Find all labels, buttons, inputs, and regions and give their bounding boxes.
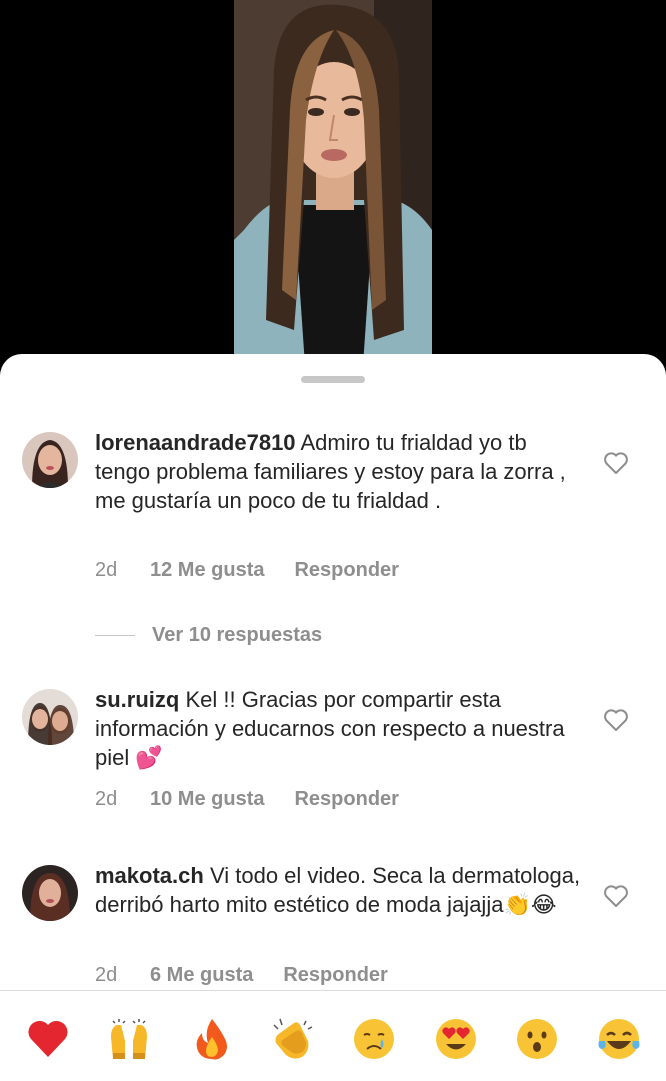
comment-body: lorenaandrade7810 Admiro tu frialdad yo … — [95, 428, 585, 515]
reply-button[interactable]: Responder — [294, 559, 398, 582]
comment-meta: 2d 6 Me gusta Responder — [95, 964, 388, 987]
comment-body: makota.ch Vi todo el video. Seca la derm… — [95, 861, 585, 919]
replies-divider — [95, 635, 135, 636]
comment-meta: 2d 10 Me gusta Responder — [95, 788, 399, 811]
fire-icon[interactable] — [190, 1017, 234, 1061]
avatar[interactable] — [22, 432, 78, 488]
crying-face-icon[interactable] — [352, 1017, 396, 1061]
avatar[interactable] — [22, 689, 78, 745]
video-frame — [234, 0, 432, 380]
sheet-drag-handle[interactable] — [301, 376, 365, 383]
comment-time: 2d — [95, 964, 118, 986]
view-replies-label: Ver 10 respuestas — [152, 624, 323, 646]
comment-likes[interactable]: 6 Me gusta — [150, 964, 253, 987]
heart-eyes-icon[interactable] — [434, 1017, 478, 1061]
view-replies-button[interactable]: Ver 10 respuestas — [95, 624, 322, 647]
comment-body: su.ruizq Kel !! Gracias por compartir es… — [95, 685, 585, 772]
comment-time: 2d — [95, 559, 118, 581]
comment-time: 2d — [95, 788, 118, 810]
comment-likes[interactable]: 12 Me gusta — [150, 559, 264, 582]
emoji-reaction-bar — [0, 990, 666, 1081]
laughing-tears-icon[interactable] — [597, 1017, 641, 1061]
comments-sheet: lorenaandrade7810 Admiro tu frialdad yo … — [0, 354, 666, 1080]
red-heart-icon[interactable] — [26, 1017, 70, 1061]
like-heart-icon[interactable] — [603, 884, 629, 908]
comment-username[interactable]: su.ruizq — [95, 687, 179, 712]
comment-meta: 2d 12 Me gusta Responder — [95, 559, 399, 582]
video-player[interactable] — [0, 0, 666, 380]
reply-button[interactable]: Responder — [294, 788, 398, 811]
like-heart-icon[interactable] — [603, 708, 629, 732]
like-heart-icon[interactable] — [603, 451, 629, 475]
surprised-face-icon[interactable] — [515, 1017, 559, 1061]
raising-hands-icon[interactable] — [107, 1017, 151, 1061]
clapping-hands-icon[interactable] — [270, 1017, 314, 1061]
avatar[interactable] — [22, 865, 78, 921]
comment-username[interactable]: lorenaandrade7810 — [95, 430, 296, 455]
comment-username[interactable]: makota.ch — [95, 863, 204, 888]
reply-button[interactable]: Responder — [283, 964, 387, 987]
comment-likes[interactable]: 10 Me gusta — [150, 788, 264, 811]
video-thumbnail — [234, 0, 432, 380]
